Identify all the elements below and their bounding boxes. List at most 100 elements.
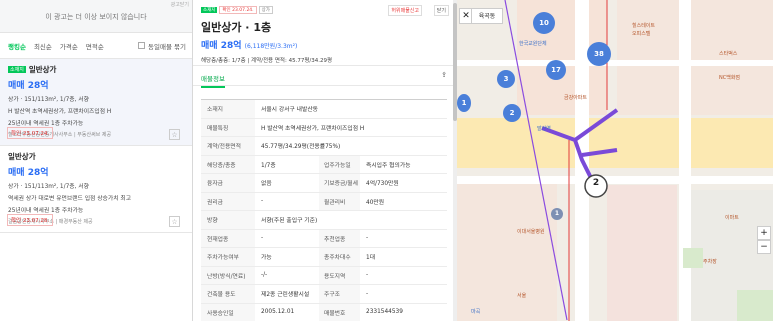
info-row: 소재지 서울시 강서구 내발산동 [201, 100, 447, 119]
detail-title: 일반상가 · 1층 [201, 21, 272, 34]
map-cluster[interactable]: 2 [503, 104, 521, 122]
info-value: - [366, 290, 369, 297]
listing-spec: 상가 · 151/113m², 1/7층, 서향 [8, 184, 89, 190]
selected-marker-count[interactable]: 2 [589, 178, 603, 194]
info-key: 업주가능일 [319, 155, 360, 173]
info-row: 방향 서향(주된 출입구 기준) [201, 211, 447, 230]
map-cluster[interactable]: 3 [497, 70, 515, 88]
map-view[interactable]: ✕ 육곡동 10 38 17 3 2 1 1 2 한국교원단체 힐스테이트 오피… [457, 0, 773, 321]
share-icon[interactable]: ⇪ [441, 71, 447, 79]
ad-message: 이 광고는 더 이상 보이지 않습니다 [45, 13, 147, 21]
confirm-date-badge: 확인 23.07.24. [7, 127, 54, 139]
sort-price[interactable]: 가격순 [60, 41, 78, 51]
info-key: 융자금 [201, 174, 255, 192]
listing-desc: H 발산역 초역세권상가, 프랜차이즈입점 H [8, 109, 112, 115]
info-row: 매물특징 H 발산역 초역세권상가, 프랜차이즈입점 H [201, 118, 447, 137]
listing-tag: 소재지 [8, 66, 26, 73]
info-value: 2331544539 [366, 309, 403, 316]
info-row: 현재업종 - 추천업종 - [201, 229, 447, 248]
info-key: 사용승인일 [201, 303, 255, 321]
sort-ranking[interactable]: 랭킹순 [8, 41, 26, 51]
info-key: 난방(방식/연료) [201, 266, 255, 284]
same-listing-label: 동일매물 묶기 [148, 42, 186, 51]
report-button[interactable]: 허위매물신고 [388, 5, 422, 16]
map-cluster[interactable]: 17 [546, 60, 566, 80]
detail-close-button[interactable]: 닫기 [433, 5, 449, 16]
info-value: 즉시입주 협의가능 [366, 162, 411, 169]
info-value: 가능 [261, 255, 272, 262]
map-place-label: 한국교원단체 [519, 41, 547, 47]
listing-spec: 상가 · 151/113m², 1/7층, 서향 [8, 97, 89, 103]
info-value: 서향(주된 출입구 기준) [261, 218, 318, 225]
info-key: 방향 [201, 211, 255, 229]
info-key: 월관리비 [319, 192, 360, 210]
info-key: 현재업종 [201, 229, 255, 247]
info-key: 건축물 용도 [201, 285, 255, 303]
map-cluster[interactable]: 10 [533, 12, 555, 34]
map-place-label: 주차장 [703, 259, 717, 265]
map-location-label[interactable]: 육곡동 [471, 8, 503, 24]
map-place-label: 금강아파트 [564, 95, 588, 101]
map-cluster[interactable]: 1 [551, 208, 563, 220]
listing-tags: 25년이내 역세권 1층 주차가능 [8, 208, 84, 214]
info-value: -/- [261, 272, 268, 279]
info-value: 1대 [366, 255, 376, 262]
info-row: 건축물 용도 제2종 근린생활시설 주구조 - [201, 285, 447, 304]
info-value: H 발산역 초역세권상가, 프랜차이즈입점 H [261, 125, 365, 132]
map-place-label: 이마트 [725, 215, 739, 221]
map-place-label: 발산역 [537, 126, 551, 132]
sort-area[interactable]: 면적순 [86, 41, 104, 51]
listing-item[interactable]: 소재지 일반상가 매매 28억 상가 · 151/113m², 1/7층, 서향 … [0, 59, 192, 146]
detail-specs: 해당층/총층: 1/7층 | 계약/전용 면적: 45.77평/34.29평 [201, 58, 333, 64]
favorite-star-icon[interactable]: ☆ [169, 216, 180, 227]
info-row: 권리금 - 월관리비 40만원 [201, 192, 447, 211]
info-key: 추천업종 [319, 229, 360, 247]
map-place-label: 이대서울병원 [517, 229, 545, 235]
info-key: 총주차대수 [319, 248, 360, 266]
info-key: 소재지 [201, 100, 255, 118]
detail-panel: 소재지 확인 23.07.24. 상가 허위매물신고 닫기 일반상가 · 1층 … [193, 0, 455, 321]
ad-close-button[interactable]: 광고닫기 [171, 1, 189, 8]
tab-listing-info[interactable]: 매물정보 [201, 68, 225, 88]
listing-price: 매매 28억 [8, 168, 49, 178]
sort-bar: 랭킹순 최신순 가격순 면적순 동일매물 묶기 [0, 33, 192, 59]
info-key: 주구조 [319, 285, 360, 303]
listing-panel: 이 광고는 더 이상 보이지 않습니다 광고닫기 랭킹순 최신순 가격순 면적순… [0, 0, 193, 321]
info-value: 45.77평/34.29평(전용률75%) [261, 144, 341, 151]
map-place-label: 오피스텔 [632, 31, 651, 37]
sort-latest[interactable]: 최신순 [34, 41, 52, 51]
info-value: - [261, 198, 264, 205]
same-listing-toggle[interactable]: 동일매물 묶기 [138, 41, 186, 51]
info-key: 매물번호 [319, 303, 360, 321]
map-place-label: NC백화점 [719, 75, 741, 81]
map-cluster[interactable]: 1 [457, 94, 471, 112]
map-place-label: 힐스테이트 [632, 23, 656, 29]
detail-price-per-area: (6,118만원/3.3m²) [244, 43, 298, 50]
info-value: 4억/730만원 [366, 181, 399, 188]
favorite-star-icon[interactable]: ☆ [169, 129, 180, 140]
detail-price: 매매 28억 [201, 41, 242, 51]
map-canvas [457, 0, 773, 321]
listing-item[interactable]: 일반상가 매매 28억 상가 · 151/113m², 1/7층, 서향 역세권… [0, 146, 192, 233]
confirm-date-badge: 확인 23.07.28. [7, 214, 54, 226]
map-place-label: 서울 [517, 293, 527, 299]
info-row: 융자금 없음 기보증금/월세 4억/730만원 [201, 174, 447, 193]
info-value: 1/7층 [261, 162, 276, 169]
zoom-out-button[interactable]: − [757, 240, 771, 254]
detail-tabs: 매물정보 ⇪ [193, 66, 455, 88]
info-key: 권리금 [201, 192, 255, 210]
info-value: - [366, 272, 369, 279]
listing-tags: 25년이내 역세권 1층 주차가능 [8, 121, 84, 127]
info-row: 난방(방식/연료) -/- 용도지역 - [201, 266, 447, 285]
info-row: 주차가능여부 가능 총주차대수 1대 [201, 248, 447, 267]
listing-title: 일반상가 [28, 65, 57, 74]
info-value: 없음 [261, 181, 272, 188]
map-place-label: 마곡 [471, 309, 481, 315]
checkbox[interactable] [138, 42, 146, 49]
map-cluster[interactable]: 38 [587, 42, 611, 66]
info-key: 주차가능여부 [201, 248, 255, 266]
zoom-in-button[interactable]: + [757, 226, 771, 240]
info-key: 해당층/총층 [201, 155, 255, 173]
listing-title: 일반상가 [8, 152, 36, 161]
listing-desc: 역세권 상가 대로변 유먼브랜드 입점 상승가치 최고 [8, 196, 132, 202]
